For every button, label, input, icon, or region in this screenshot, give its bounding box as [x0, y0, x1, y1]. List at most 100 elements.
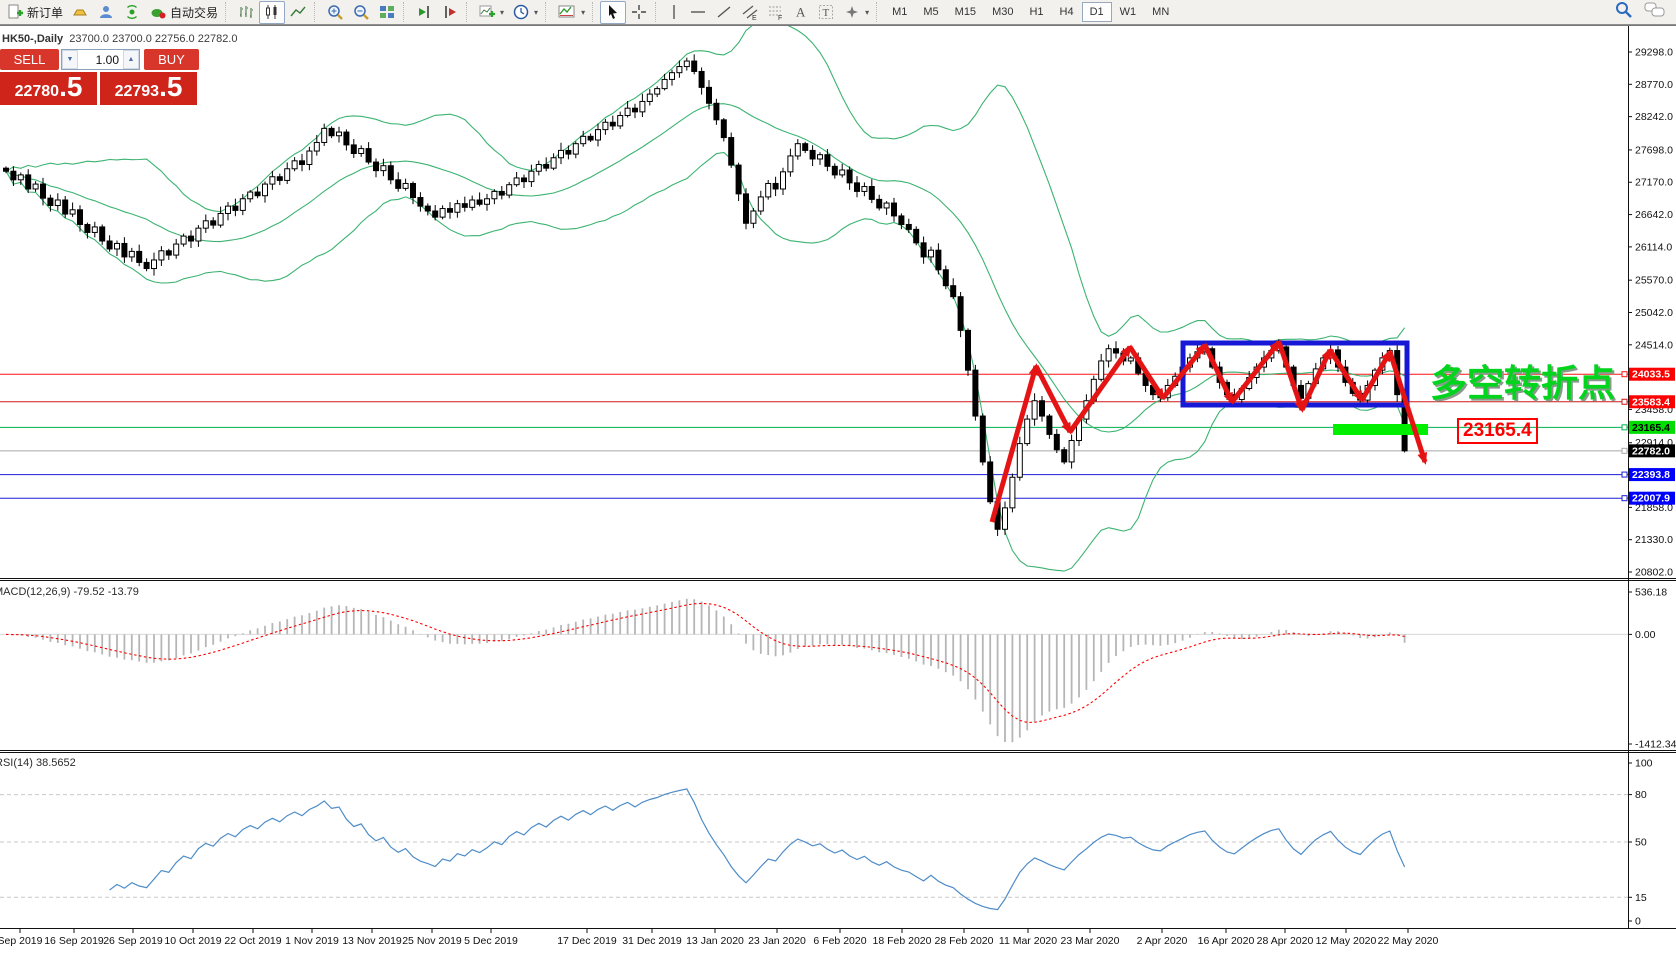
candle: [374, 162, 379, 171]
candle: [1010, 477, 1015, 508]
candle: [41, 184, 46, 198]
annotation-zigzag-arrow[interactable]: [1205, 345, 1232, 402]
candle: [1003, 508, 1008, 529]
timeframe-w1[interactable]: W1: [1112, 2, 1145, 22]
candle: [551, 158, 556, 168]
svg-text:27170.0: 27170.0: [1635, 177, 1673, 189]
equidistant-channel-button[interactable]: E: [737, 1, 763, 24]
annotation-text-turning-point[interactable]: 多空转折点: [1430, 353, 1615, 407]
candle: [248, 192, 253, 199]
search-icon[interactable]: [1614, 0, 1634, 25]
buy-price-main: 22793: [115, 75, 160, 108]
candle: [33, 184, 38, 189]
date-axis[interactable]: Sep 201916 Sep 201926 Sep 201910 Oct 201…: [0, 929, 1439, 947]
timeframe-m15[interactable]: M15: [947, 2, 984, 22]
timeframe-d1[interactable]: D1: [1082, 2, 1112, 22]
toolbar-separator: [592, 2, 597, 22]
annotation-zigzag-arrow[interactable]: [1070, 347, 1130, 432]
annotation-zigzag-arrow[interactable]: [1130, 347, 1163, 398]
candle: [647, 94, 652, 101]
vertical-line-button[interactable]: [663, 1, 685, 24]
chart-shift-button[interactable]: [437, 1, 463, 24]
timeframe-h1[interactable]: H1: [1021, 2, 1051, 22]
arrow-tools-button[interactable]: ▾: [839, 1, 873, 24]
chart-template-button[interactable]: ▾: [553, 1, 589, 24]
svg-text:26 Sep 2019: 26 Sep 2019: [103, 935, 163, 947]
crosshair-button[interactable]: [626, 1, 652, 24]
candle: [707, 87, 712, 103]
tile-windows-button[interactable]: [374, 1, 400, 24]
candle: [684, 61, 689, 67]
svg-text:A: A: [796, 5, 806, 20]
text-button[interactable]: A: [789, 1, 813, 24]
candlestick-chart-button[interactable]: [259, 1, 285, 24]
macd-indicator-label: MACD(12,26,9) -79.52 -13.79: [0, 586, 139, 598]
fibonacci-button[interactable]: F: [763, 1, 789, 24]
candle: [581, 136, 586, 143]
accounts-button[interactable]: [93, 1, 119, 24]
candle: [1032, 401, 1037, 419]
auto-trading-button[interactable]: 自动交易: [145, 1, 222, 24]
candle: [351, 145, 356, 154]
candle: [514, 178, 519, 185]
horizontal-line-button[interactable]: [685, 1, 711, 24]
zoom-out-button[interactable]: [348, 1, 374, 24]
period-clock-button[interactable]: ▾: [508, 1, 542, 24]
volume-decrease-button[interactable]: ▼: [62, 50, 78, 69]
text-label-icon: T: [817, 3, 835, 21]
candle: [795, 144, 800, 156]
add-indicator-icon: [478, 3, 496, 21]
gold-ingot-button[interactable]: [67, 1, 93, 24]
new-order-label: 新订单: [27, 4, 63, 21]
timeframe-m30[interactable]: M30: [984, 2, 1021, 22]
toolbar-separator: [876, 2, 881, 22]
equidistant-channel-icon: E: [741, 3, 759, 21]
candle: [1062, 450, 1067, 462]
sell-button[interactable]: SELL: [0, 49, 59, 70]
candle: [100, 227, 105, 241]
signal-button[interactable]: [119, 1, 145, 24]
chat-icon[interactable]: [1644, 0, 1666, 25]
annotation-price-label[interactable]: 23165.4: [1457, 418, 1538, 444]
svg-text:F: F: [778, 15, 782, 21]
cursor-button[interactable]: [600, 1, 626, 24]
candle: [825, 155, 830, 167]
candle: [869, 187, 874, 200]
candle: [906, 224, 911, 229]
timeframe-m1[interactable]: M1: [884, 2, 915, 22]
timeframe-mn[interactable]: MN: [1144, 2, 1177, 22]
line-chart-button[interactable]: [285, 1, 311, 24]
sell-price[interactable]: 22780.5: [0, 72, 97, 105]
candle: [840, 170, 845, 175]
svg-text:27698.0: 27698.0: [1635, 144, 1673, 156]
volume-value[interactable]: 1.00: [78, 50, 123, 69]
svg-text:28770.0: 28770.0: [1635, 79, 1673, 91]
add-indicator-button[interactable]: ▾: [474, 1, 508, 24]
chart-svg[interactable]: 29298.028770.028242.027698.027170.026642…: [0, 0, 1676, 950]
candle: [736, 165, 741, 194]
candle: [329, 128, 334, 135]
buy-price[interactable]: 22793.5: [100, 72, 197, 105]
annotation-zigzag-arrow[interactable]: [1302, 350, 1330, 410]
buy-button[interactable]: BUY: [144, 49, 199, 70]
bar-chart-button[interactable]: [233, 1, 259, 24]
volume-increase-button[interactable]: ▲: [123, 50, 139, 69]
candle: [884, 203, 889, 208]
new-order-button[interactable]: 新订单: [2, 1, 67, 24]
bar-chart-icon: [237, 3, 255, 21]
auto-scroll-button[interactable]: [411, 1, 437, 24]
candle: [596, 130, 601, 140]
annotation-zigzag-arrow[interactable]: [1279, 342, 1302, 410]
text-label-button[interactable]: T: [813, 1, 839, 24]
trend-line-button[interactable]: [711, 1, 737, 24]
timeframe-h4[interactable]: H4: [1052, 2, 1082, 22]
candle: [11, 171, 16, 180]
zoom-in-button[interactable]: [322, 1, 348, 24]
sell-price-fraction: .5: [59, 72, 82, 102]
candle: [766, 183, 771, 196]
candle: [1099, 361, 1104, 379]
candle: [670, 73, 675, 80]
timeframe-m5[interactable]: M5: [915, 2, 946, 22]
candle: [862, 187, 867, 192]
chart-canvas[interactable]: 29298.028770.028242.027698.027170.026642…: [0, 0, 1676, 955]
